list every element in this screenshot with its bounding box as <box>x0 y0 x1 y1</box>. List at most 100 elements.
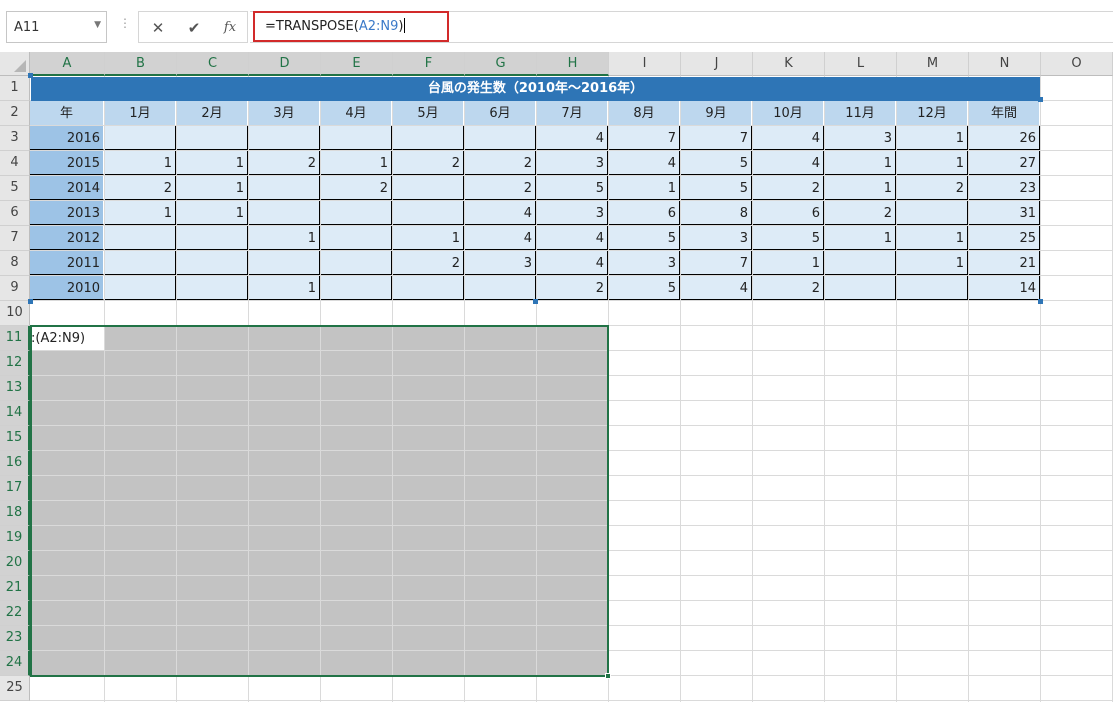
row-header-11[interactable]: 11 <box>0 326 30 351</box>
column-header-k[interactable]: K <box>753 52 825 76</box>
table-resize-handle[interactable] <box>533 299 538 304</box>
data-cell[interactable]: 4 <box>753 151 824 175</box>
data-cell[interactable] <box>393 201 464 225</box>
table-header-cell[interactable]: 8月 <box>609 101 680 125</box>
row-header-24[interactable]: 24 <box>0 651 30 676</box>
data-cell[interactable]: 5 <box>681 151 752 175</box>
data-cell[interactable]: 6 <box>753 201 824 225</box>
data-cell[interactable]: 2 <box>321 176 392 200</box>
data-cell[interactable]: 3 <box>825 126 896 150</box>
more-options-icon[interactable]: ⋮ <box>119 16 131 30</box>
row-header-2[interactable]: 2 <box>0 101 30 126</box>
table-header-cell[interactable]: 年 <box>30 101 104 125</box>
data-cell[interactable]: 4 <box>537 126 608 150</box>
data-cell[interactable]: 1 <box>177 176 248 200</box>
row-header-17[interactable]: 17 <box>0 476 30 501</box>
data-cell[interactable]: 14 <box>969 276 1040 300</box>
row-header-14[interactable]: 14 <box>0 401 30 426</box>
data-cell[interactable] <box>321 201 392 225</box>
data-cell[interactable]: 2 <box>465 151 536 175</box>
data-cell[interactable]: 4 <box>609 151 680 175</box>
table-header-cell[interactable]: 9月 <box>681 101 752 125</box>
data-cell[interactable]: 5 <box>753 226 824 250</box>
data-cell[interactable]: 25 <box>969 226 1040 250</box>
data-cell[interactable] <box>177 126 248 150</box>
table-title[interactable]: 台風の発生数（2010年～2016年） <box>31 77 1040 101</box>
table-resize-handle[interactable] <box>1038 299 1043 304</box>
data-cell[interactable] <box>321 226 392 250</box>
data-cell[interactable] <box>897 276 968 300</box>
row-header-25[interactable]: 25 <box>0 676 30 701</box>
table-header-cell[interactable]: 1月 <box>105 101 176 125</box>
column-header-f[interactable]: F <box>393 52 465 76</box>
data-cell[interactable]: 31 <box>969 201 1040 225</box>
column-header-n[interactable]: N <box>969 52 1041 76</box>
data-cell[interactable]: 1 <box>249 276 320 300</box>
data-cell[interactable]: 1 <box>897 126 968 150</box>
table-header-cell[interactable]: 6月 <box>465 101 536 125</box>
data-cell[interactable] <box>249 126 320 150</box>
data-cell[interactable]: 2 <box>465 176 536 200</box>
data-cell[interactable]: 3 <box>537 151 608 175</box>
row-header-7[interactable]: 7 <box>0 226 30 251</box>
data-cell[interactable]: 3 <box>537 201 608 225</box>
data-cell[interactable]: 1 <box>825 176 896 200</box>
data-cell[interactable] <box>825 276 896 300</box>
year-cell[interactable]: 2013 <box>30 201 104 225</box>
cancel-icon[interactable]: ✕ <box>143 17 173 39</box>
data-cell[interactable]: 1 <box>105 151 176 175</box>
data-cell[interactable]: 27 <box>969 151 1040 175</box>
year-cell[interactable]: 2010 <box>30 276 104 300</box>
data-cell[interactable]: 2 <box>249 151 320 175</box>
data-cell[interactable]: 4 <box>753 126 824 150</box>
data-cell[interactable]: 4 <box>537 226 608 250</box>
data-cell[interactable]: 4 <box>537 251 608 275</box>
data-cell[interactable] <box>249 201 320 225</box>
data-cell[interactable]: 1 <box>105 201 176 225</box>
column-header-m[interactable]: M <box>897 52 969 76</box>
year-cell[interactable]: 2012 <box>30 226 104 250</box>
data-cell[interactable]: 2 <box>825 201 896 225</box>
chevron-down-icon[interactable]: ▼ <box>94 20 101 30</box>
data-cell[interactable]: 8 <box>681 201 752 225</box>
fill-handle[interactable] <box>605 673 611 679</box>
table-header-cell[interactable]: 2月 <box>177 101 248 125</box>
table-resize-handle[interactable] <box>28 299 33 304</box>
data-cell[interactable]: 2 <box>753 276 824 300</box>
table-header-cell[interactable]: 5月 <box>393 101 464 125</box>
data-cell[interactable]: 2 <box>897 176 968 200</box>
column-header-o[interactable]: O <box>1041 52 1113 76</box>
data-cell[interactable]: 1 <box>897 226 968 250</box>
data-cell[interactable] <box>897 201 968 225</box>
data-cell[interactable]: 5 <box>681 176 752 200</box>
data-cell[interactable]: 3 <box>465 251 536 275</box>
row-header-12[interactable]: 12 <box>0 351 30 376</box>
year-cell[interactable]: 2016 <box>30 126 104 150</box>
data-cell[interactable]: 1 <box>825 151 896 175</box>
data-cell[interactable] <box>105 251 176 275</box>
data-cell[interactable]: 5 <box>609 226 680 250</box>
data-cell[interactable]: 26 <box>969 126 1040 150</box>
data-cell[interactable] <box>825 251 896 275</box>
row-header-4[interactable]: 4 <box>0 151 30 176</box>
column-header-a[interactable]: A <box>30 52 105 76</box>
data-cell[interactable]: 7 <box>681 126 752 150</box>
data-cell[interactable]: 5 <box>537 176 608 200</box>
data-cell[interactable] <box>321 276 392 300</box>
row-header-3[interactable]: 3 <box>0 126 30 151</box>
data-cell[interactable]: 2 <box>753 176 824 200</box>
data-cell[interactable] <box>177 276 248 300</box>
data-cell[interactable]: 21 <box>969 251 1040 275</box>
table-header-cell[interactable]: 10月 <box>753 101 824 125</box>
column-header-g[interactable]: G <box>465 52 537 76</box>
column-header-l[interactable]: L <box>825 52 897 76</box>
column-header-j[interactable]: J <box>681 52 753 76</box>
data-cell[interactable]: 1 <box>897 251 968 275</box>
data-cell[interactable] <box>105 276 176 300</box>
data-cell[interactable] <box>177 251 248 275</box>
data-cell[interactable] <box>249 251 320 275</box>
data-cell[interactable]: 7 <box>609 126 680 150</box>
row-header-16[interactable]: 16 <box>0 451 30 476</box>
row-header-13[interactable]: 13 <box>0 376 30 401</box>
data-cell[interactable]: 4 <box>465 201 536 225</box>
